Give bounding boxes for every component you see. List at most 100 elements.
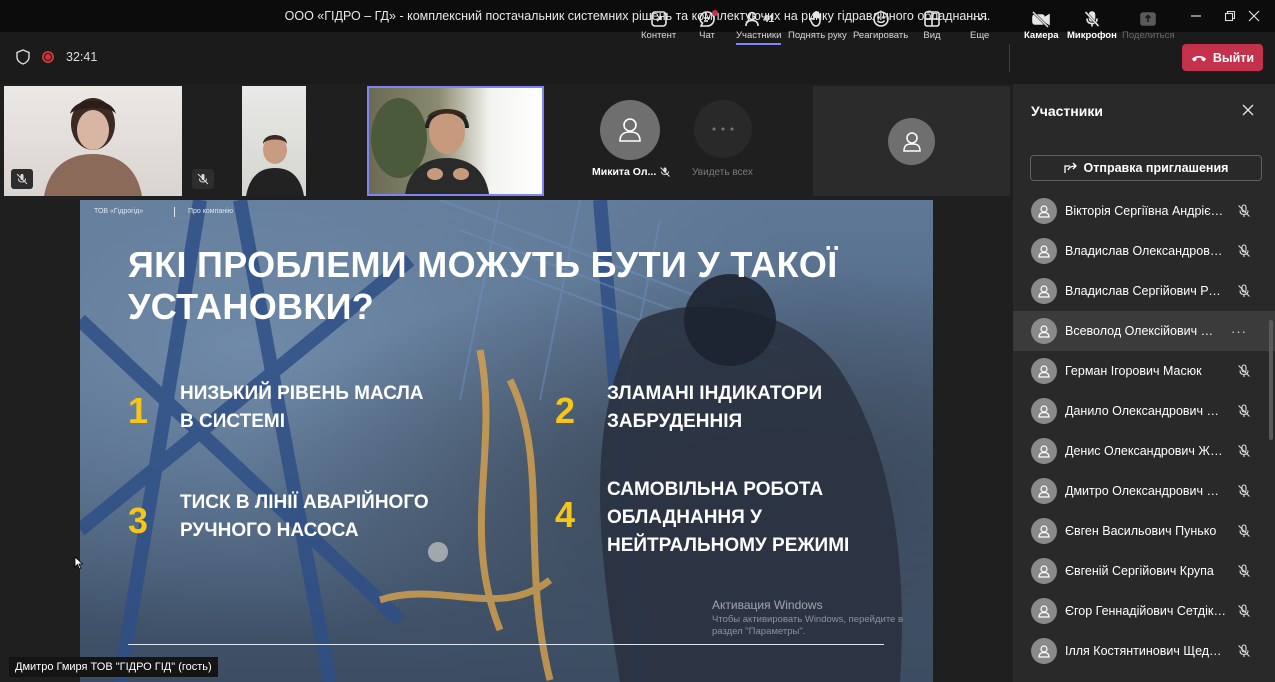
- participant-row[interactable]: Всеволод Олексійович Мо... ···: [1013, 311, 1275, 351]
- participant-more-options[interactable]: ···: [1231, 324, 1247, 339]
- participant-row[interactable]: Герман Ігорович Масюк: [1013, 351, 1275, 391]
- participant-row[interactable]: Владислав Олександрович Б...: [1013, 231, 1275, 271]
- react-button[interactable]: Реагировать: [853, 8, 908, 48]
- video-tile-1[interactable]: [4, 86, 182, 196]
- item-text-2: ЗЛАМАНІ ІНДИКАТОРИ ЗАБРУДЕННІЯ: [607, 383, 823, 432]
- person-icon: [1038, 405, 1050, 418]
- participant-name: Герман Ігорович Масюк: [1065, 364, 1202, 378]
- participant-name: Данило Олександрович Сок...: [1065, 404, 1227, 418]
- minimize-icon: [1191, 15, 1201, 17]
- participant-name: Євген Васильович Пунько: [1065, 524, 1217, 538]
- participant-avatar: [1031, 638, 1057, 664]
- item-text-3: ТИСК В ЛІНІЇ АВАРІЙНОГО РУЧНОГО НАСОСА: [180, 492, 429, 541]
- mic-off-icon: [16, 173, 28, 185]
- participant-row[interactable]: Ілля Костянтинович Щедрин...: [1013, 631, 1275, 671]
- participant-video: [246, 135, 304, 196]
- mic-off-icon: [1084, 11, 1100, 27]
- camera-off-icon: [1032, 11, 1051, 28]
- share-tray-icon: [1140, 12, 1157, 26]
- microphone-button[interactable]: Микрофон: [1067, 8, 1117, 48]
- participant-row[interactable]: Денис Олександрович Жанд...: [1013, 431, 1275, 471]
- mic-off-icon: [1236, 363, 1252, 379]
- meeting-status: 32:41: [16, 49, 97, 65]
- participant-avatar: [1031, 398, 1057, 424]
- close-icon: [1248, 10, 1260, 22]
- leave-button[interactable]: Выйти: [1182, 44, 1263, 71]
- slide-header-company: ТОВ «Гідрогід»: [94, 208, 144, 215]
- more-button[interactable]: Еще: [970, 8, 989, 48]
- participant-avatar: [888, 118, 935, 165]
- person-icon: [902, 131, 921, 152]
- participant-row[interactable]: Дмитро Олександрович Виб...: [1013, 471, 1275, 511]
- participant-name: Всеволод Олексійович Мо...: [1065, 324, 1215, 338]
- recording-icon: [42, 51, 54, 63]
- item-text-4: САМОВІЛЬНА РОБОТА ОБЛАДНАННЯ У НЕЙТРАЛЬН…: [607, 479, 850, 556]
- mic-off-icon: [1236, 483, 1252, 499]
- participant-name: Дмитро Олександрович Виб...: [1065, 484, 1227, 498]
- meeting-timer: 32:41: [66, 50, 98, 64]
- participant-name: Ілля Костянтинович Щедрин...: [1065, 644, 1227, 658]
- mic-muted-indicator: [192, 169, 214, 189]
- close-window-button[interactable]: [1231, 0, 1275, 32]
- participants-button[interactable]: 41 Участники: [736, 8, 782, 48]
- video-tile-self[interactable]: [813, 86, 1010, 196]
- emoji-icon: [872, 11, 889, 27]
- content-button[interactable]: Контент: [641, 8, 676, 48]
- person-icon: [1038, 365, 1050, 378]
- participants-count: 41: [763, 13, 775, 25]
- participant-row[interactable]: Євгеній Сергійович Крупа: [1013, 551, 1275, 591]
- mic-off-icon: [1236, 203, 1252, 219]
- participant-avatar: [1031, 478, 1057, 504]
- participant-row[interactable]: Владислав Сергійович Ракит...: [1013, 271, 1275, 311]
- person-icon: [619, 118, 641, 142]
- mic-off-icon: [1236, 523, 1252, 539]
- mic-muted-indicator: [11, 169, 33, 189]
- mic-off-icon: [197, 173, 209, 185]
- presentation-slide: ТОВ «Гідрогід» Про компанію ЯКІ ПРОБЛЕМИ…: [80, 200, 933, 682]
- participants-scrollbar[interactable]: [1269, 320, 1273, 440]
- video-tile-2[interactable]: [186, 86, 361, 196]
- participant-row[interactable]: Данило Олександрович Сок...: [1013, 391, 1275, 431]
- person-icon: [1038, 445, 1050, 458]
- mic-off-icon: [1236, 443, 1252, 459]
- person-icon: [1038, 485, 1050, 498]
- more-icon: [712, 127, 734, 131]
- person-icon: [1038, 645, 1050, 658]
- item-number-3: 3: [128, 500, 149, 541]
- see-all-label: Увидеть всех: [692, 167, 753, 178]
- mic-off-icon: [1236, 243, 1252, 259]
- participant-video: [371, 98, 489, 194]
- participant-name: Микита Ол...: [592, 166, 657, 178]
- mic-off-icon: [1236, 563, 1252, 579]
- person-icon: [1038, 245, 1050, 258]
- raise-hand-button[interactable]: Поднять руку: [788, 8, 847, 48]
- view-button[interactable]: Вид: [923, 8, 941, 48]
- participant-row[interactable]: Євген Васильович Пунько: [1013, 511, 1275, 551]
- video-tile-audio-only[interactable]: Микита Ол... Увидеть всех: [546, 86, 812, 196]
- participants-panel: Участники Отправка приглашения Вікторія …: [1013, 84, 1275, 682]
- windows-activation-title: Активация Windows: [712, 598, 823, 612]
- mic-off-icon: [1236, 403, 1252, 419]
- panel-close-button[interactable]: [1242, 100, 1254, 121]
- participant-row[interactable]: Єгор Геннадійович Сетдіков: [1013, 591, 1275, 631]
- item-number-2: 2: [555, 390, 576, 431]
- hand-icon: [809, 10, 822, 27]
- send-invite-button[interactable]: Отправка приглашения: [1030, 155, 1262, 181]
- windows-activation-text: Чтобы активировать Windows, перейдите в …: [712, 614, 904, 637]
- participant-name: Владислав Сергійович Ракит...: [1065, 284, 1227, 298]
- participant-row[interactable]: Вікторія Сергіївна Андрієвська: [1013, 191, 1275, 231]
- participant-name: Денис Олександрович Жанд...: [1065, 444, 1227, 458]
- toolbar-separator: [1009, 44, 1010, 72]
- see-all-button[interactable]: [694, 100, 752, 158]
- chat-button[interactable]: Чат: [698, 8, 718, 48]
- share-button[interactable]: Поделиться: [1122, 8, 1174, 48]
- person-icon: [1038, 205, 1050, 218]
- slide-title: ЯКІ ПРОБЛЕМИ МОЖУТЬ БУТИ У ТАКОЇ УСТАНОВ…: [128, 244, 838, 327]
- participant-name: Євгеній Сергійович Крупа: [1065, 564, 1214, 578]
- slide-header-divider: [174, 207, 175, 217]
- person-icon: [1038, 525, 1050, 538]
- video-tile-active-speaker[interactable]: [367, 86, 544, 196]
- camera-button[interactable]: Камера: [1024, 8, 1059, 48]
- slide-header-section: Про компанію: [188, 208, 233, 215]
- participant-avatar: [1031, 598, 1057, 624]
